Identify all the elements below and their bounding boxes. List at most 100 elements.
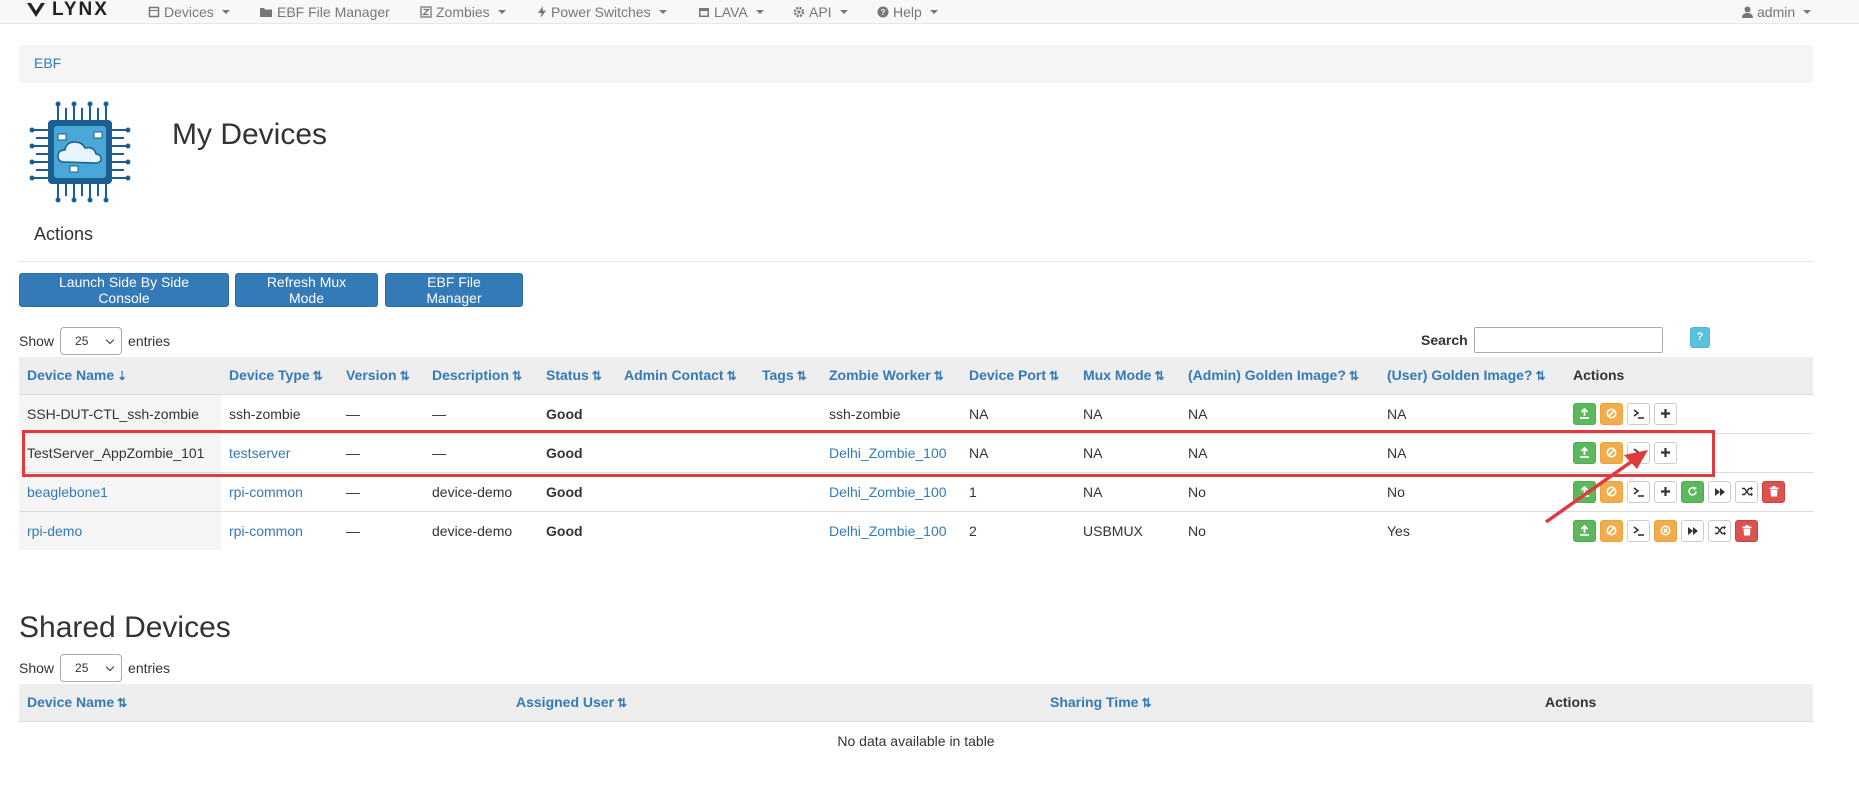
device-type-cell[interactable]: testserver	[221, 432, 338, 472]
device-type-cell-link[interactable]: rpi-common	[229, 523, 303, 539]
description-cell: device-demo	[424, 471, 538, 511]
zombie-worker-cell[interactable]: Delhi_Zombie_100	[821, 432, 961, 472]
page-length-select[interactable]: 25	[60, 654, 123, 682]
column-header-sharing-time[interactable]: Sharing Time ⇅	[1042, 684, 1537, 722]
show-label: Show	[19, 660, 55, 676]
zombie-worker-cell[interactable]: Delhi_Zombie_100	[821, 510, 961, 550]
console-button[interactable]	[1627, 402, 1650, 425]
disable-button[interactable]	[1600, 402, 1623, 425]
admin-contact-cell	[616, 471, 754, 511]
user-golden-image-cell: NA	[1379, 393, 1565, 433]
column-header-admin-contact[interactable]: Admin Contact ⇅	[616, 357, 754, 395]
trash-icon	[1742, 525, 1751, 536]
shuffle-button[interactable]	[1735, 480, 1758, 503]
chevron-down-icon	[929, 10, 938, 14]
sort-icon: ⇅	[617, 696, 628, 711]
device-type-cell[interactable]: rpi-common	[221, 471, 338, 511]
nav-user-menu[interactable]: admin	[1742, 3, 1812, 21]
description-cell: —	[424, 393, 538, 433]
table-row: SSH-DUT-CTL_ssh-zombie ssh-zombie — — Good ss…	[19, 393, 1813, 433]
refresh-mux-mode-button[interactable]: Refresh Mux Mode	[235, 273, 378, 307]
plus-icon	[1661, 409, 1670, 418]
chevron-down-icon	[497, 10, 506, 14]
column-header-device-type[interactable]: Device Type ⇅	[221, 357, 338, 395]
empty-table-row: No data available in table	[19, 720, 1813, 760]
column-header-version[interactable]: Version ⇅	[338, 357, 424, 395]
nav-api[interactable]: API	[793, 3, 848, 21]
device-type-cell-link[interactable]: rpi-common	[229, 484, 303, 500]
brand-logo[interactable]: LYNX	[26, 0, 109, 22]
fast-forward-icon	[1687, 526, 1698, 535]
refresh-button[interactable]	[1681, 480, 1704, 503]
column-header-mux-mode[interactable]: Mux Mode ⇅	[1075, 357, 1180, 395]
version-cell: —	[338, 432, 424, 472]
delete-button[interactable]	[1762, 480, 1785, 503]
breadcrumb-link-ebf[interactable]: EBF	[34, 55, 61, 71]
add-button[interactable]	[1654, 402, 1677, 425]
zombie-worker-cell-link[interactable]: Delhi_Zombie_100	[829, 484, 947, 500]
chevron-down-icon	[658, 10, 667, 14]
column-header-device-port[interactable]: Device Port ⇅	[961, 357, 1075, 395]
sort-icon: ⇅	[933, 369, 944, 384]
chevron-down-icon	[755, 10, 764, 14]
sort-icon: ⇅	[726, 369, 737, 384]
device-name-cell[interactable]: beaglebone1	[19, 471, 221, 511]
device-name-cell-link[interactable]: beaglebone1	[27, 484, 108, 500]
shuffle-icon	[1714, 525, 1726, 536]
column-header-user-golden-image[interactable]: (User) Golden Image? ⇅	[1379, 357, 1565, 395]
admin-golden-image-cell: No	[1180, 510, 1379, 550]
ebf-file-manager-button[interactable]: EBF File Manager	[385, 273, 523, 307]
sort-icon: ⇅	[1141, 696, 1152, 711]
plus-icon	[1661, 448, 1670, 457]
search-input[interactable]	[1473, 327, 1663, 353]
device-type-cell-link[interactable]: testserver	[229, 445, 290, 461]
delete-button[interactable]	[1735, 519, 1758, 542]
column-header-assigned-user[interactable]: Assigned User ⇅	[508, 684, 1042, 722]
brand-name: LYNX	[52, 0, 109, 20]
nav-lava[interactable]: LAVA	[698, 3, 764, 21]
column-header-tags[interactable]: Tags ⇅	[754, 357, 821, 395]
page-length-select[interactable]: 25	[60, 327, 123, 355]
fast-forward-icon	[1714, 487, 1725, 496]
column-header-description[interactable]: Description ⇅	[424, 357, 538, 395]
terminal-icon	[1633, 526, 1644, 537]
mux-mode-cell: NA	[1075, 471, 1180, 511]
zombie-worker-cell[interactable]: Delhi_Zombie_100	[821, 471, 961, 511]
zombie-worker-cell-link[interactable]: Delhi_Zombie_100	[829, 523, 947, 539]
times-circle-icon	[1660, 525, 1671, 536]
device-name-cell[interactable]: rpi-demo	[19, 510, 221, 550]
device-type-cell[interactable]: rpi-common	[221, 510, 338, 550]
sort-icon: ⇅	[591, 369, 602, 384]
mux-mode-cell: NA	[1075, 393, 1180, 433]
nav-zombies[interactable]: Zombies	[420, 3, 506, 21]
nav-help[interactable]: ? Help	[877, 3, 938, 21]
admin-contact-cell	[616, 432, 754, 472]
empty-table-message: No data available in table	[19, 720, 1813, 760]
nav-devices[interactable]: Devices	[148, 3, 230, 21]
launch-side-by-side-console-button[interactable]: Launch Side By Side Console	[19, 273, 229, 307]
chevron-down-icon	[105, 662, 115, 671]
shuffle-button[interactable]	[1708, 519, 1731, 542]
actions-cell	[1565, 393, 1813, 433]
zombie-worker-cell-link[interactable]: Delhi_Zombie_100	[829, 445, 947, 461]
sort-icon: ⇅	[312, 369, 323, 384]
nav-power-switches[interactable]: Power Switches	[537, 3, 667, 21]
my-devices-length-control: Show 25 entries	[19, 326, 170, 356]
help-button[interactable]: ?	[1690, 327, 1710, 348]
upload-image-button[interactable]	[1573, 402, 1596, 425]
chip-cloud-logo	[29, 101, 131, 203]
fast-forward-button[interactable]	[1681, 519, 1704, 542]
nav-ebf-file-manager[interactable]: EBF File Manager	[259, 3, 390, 21]
column-header-admin-golden-image[interactable]: (Admin) Golden Image? ⇅	[1180, 357, 1379, 395]
column-header-status[interactable]: Status ⇅	[538, 357, 616, 395]
annotation-arrow-icon	[1544, 450, 1648, 524]
fast-forward-button[interactable]	[1708, 480, 1731, 503]
sort-icon: ⇅	[512, 369, 523, 384]
column-header-device-name[interactable]: Device Name ⇣	[19, 357, 221, 395]
admin-golden-image-cell: NA	[1180, 432, 1379, 472]
column-header-device-name[interactable]: Device Name ⇅	[19, 684, 508, 722]
nav-user-label: admin	[1757, 4, 1796, 20]
device-name-cell-link[interactable]: rpi-demo	[27, 523, 82, 539]
column-header-zombie-worker[interactable]: Zombie Worker ⇅	[821, 357, 961, 395]
nav-power-label: Power Switches	[551, 4, 651, 20]
